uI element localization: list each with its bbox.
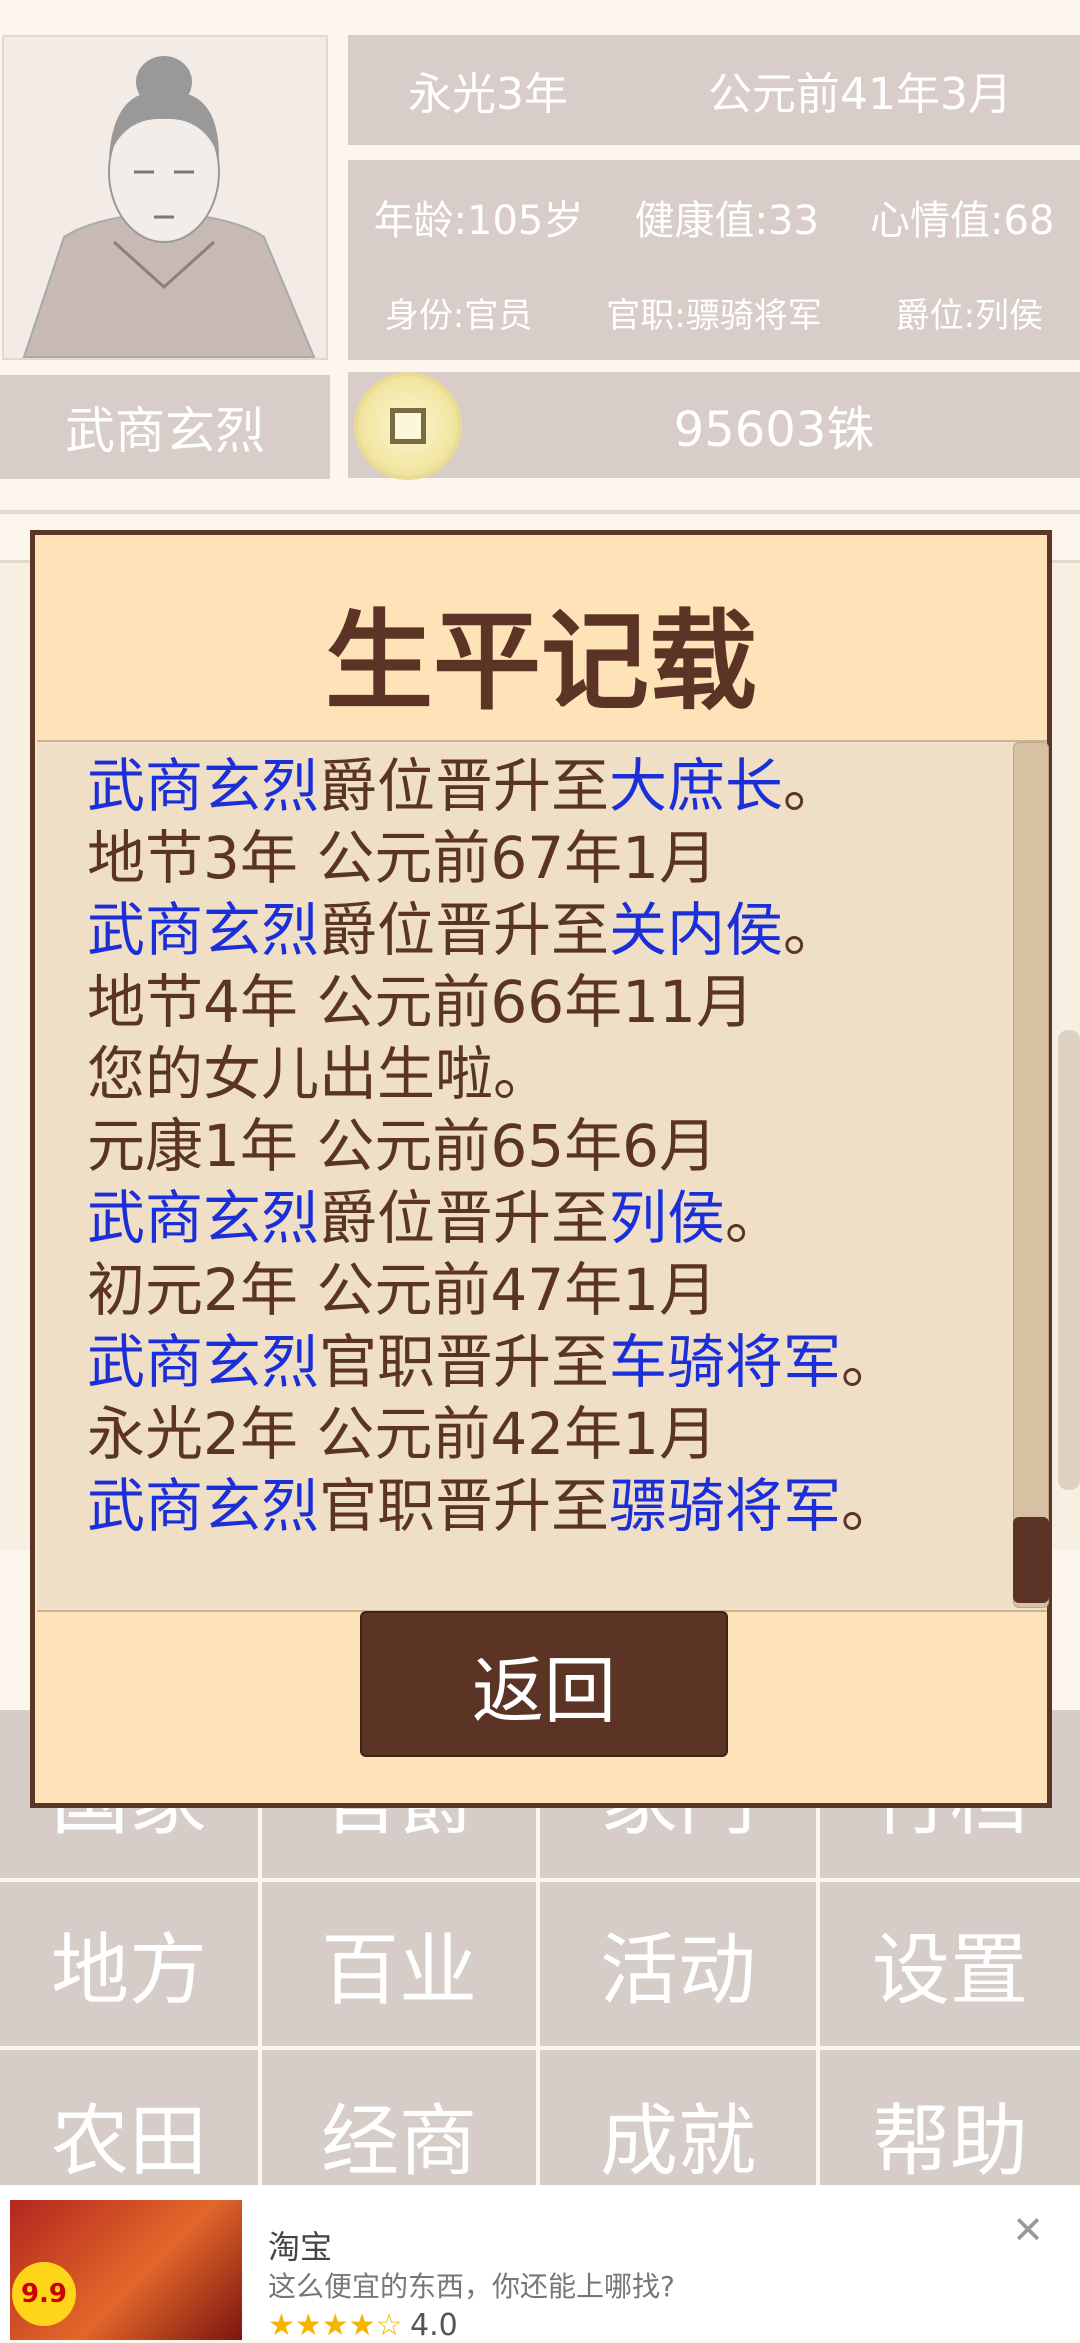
mood-stat: 心情值:68 bbox=[870, 198, 1055, 244]
log-entry: 地节3年 公元前67年1月 bbox=[87, 822, 1027, 894]
log-entry-end: 。 bbox=[783, 752, 842, 820]
log-entry: 永光2年 公元前42年1月 bbox=[87, 1398, 1027, 1470]
log-entry-text: 官职晋升至 bbox=[319, 1328, 610, 1396]
office-stat: 官职:骠骑将军 bbox=[606, 296, 822, 336]
log-entry-text: 永光2年 公元前42年1月 bbox=[87, 1400, 718, 1468]
log-entry: 元康1年 公元前65年6月 bbox=[87, 1110, 1027, 1182]
life-log-list[interactable]: 武商玄烈爵位晋升至大庶长。 地节3年 公元前67年1月 武商玄烈爵位晋升至关内侯。地… bbox=[37, 740, 1047, 1612]
age-stat: 年龄:105岁 bbox=[373, 198, 584, 244]
menu-huodong[interactable]: 活动 bbox=[540, 1882, 816, 2046]
identity-stat: 身份:官员 bbox=[384, 296, 533, 336]
rank-stat: 爵位:列侯 bbox=[895, 296, 1044, 336]
background-scrollbar[interactable] bbox=[1058, 1030, 1080, 1490]
log-entry-name: 武商玄烈 bbox=[87, 1184, 320, 1252]
date-panel: 永光3年 公元前41年3月 bbox=[348, 35, 1080, 145]
log-entry-title: 骠骑将军 bbox=[609, 1472, 842, 1540]
life-record-dialog: 生平记载 武商玄烈爵位晋升至大庶长。 地节3年 公元前67年1月 武商玄烈爵位晋升至… bbox=[30, 530, 1052, 1808]
log-entry-text: 爵位晋升至 bbox=[319, 752, 610, 820]
log-entry-text: 初元2年 公元前47年1月 bbox=[87, 1256, 718, 1324]
log-entry-text: 地节3年 公元前67年1月 bbox=[87, 824, 718, 892]
dialog-title: 生平记载 bbox=[324, 600, 757, 725]
log-entry-end: 。 bbox=[783, 896, 842, 964]
ad-price-badge: 9.9 bbox=[12, 2262, 76, 2326]
log-entry: 地节4年 公元前66年11月 bbox=[87, 966, 1027, 1038]
menu-shezhi[interactable]: 设置 bbox=[820, 1882, 1080, 2046]
log-entry-title: 大庶长 bbox=[609, 752, 784, 820]
log-entry-name: 武商玄烈 bbox=[87, 1328, 320, 1396]
ad-brand: 淘宝 bbox=[268, 2228, 333, 2266]
log-entry-name: 武商玄烈 bbox=[87, 896, 320, 964]
log-entry: 武商玄烈官职晋升至骠骑将军。 bbox=[87, 1470, 1027, 1542]
log-entry: 武商玄烈爵位晋升至关内侯。 bbox=[87, 894, 1027, 966]
log-entry-text: 爵位晋升至 bbox=[319, 896, 610, 964]
log-entry-text: 地节4年 公元前66年11月 bbox=[87, 968, 754, 1036]
log-entry-title: 关内侯 bbox=[609, 896, 784, 964]
coin-hole-icon bbox=[390, 408, 426, 444]
menu-difang[interactable]: 地方 bbox=[0, 1882, 258, 2046]
ad-text: 这么便宜的东西，你还能上哪找? bbox=[268, 2270, 675, 2303]
header-divider bbox=[0, 510, 1080, 514]
log-scroll-thumb[interactable] bbox=[1013, 1517, 1049, 1603]
log-entry-title: 车骑将军 bbox=[609, 1328, 842, 1396]
ad-rating-score: 4.0 bbox=[410, 2308, 458, 2343]
log-entry: 武商玄烈官职晋升至车骑将军。 bbox=[87, 1326, 1027, 1398]
log-scrollbar[interactable] bbox=[1013, 742, 1049, 1608]
log-entry-text: 您的女儿出生啦。 bbox=[87, 1040, 552, 1108]
character-portrait bbox=[2, 35, 328, 360]
log-entry-name: 武商玄烈 bbox=[87, 1472, 320, 1540]
back-button[interactable]: 返回 bbox=[360, 1611, 728, 1757]
log-entry-text: 爵位晋升至 bbox=[319, 1184, 610, 1252]
log-entry-text: 官职晋升至 bbox=[319, 1472, 610, 1540]
close-icon[interactable]: ✕ bbox=[1010, 2208, 1046, 2252]
gregorian-date: 公元前41年3月 bbox=[708, 69, 1012, 120]
life-log-text: 武商玄烈爵位晋升至大庶长。 地节3年 公元前67年1月 武商玄烈爵位晋升至关内侯。地… bbox=[87, 750, 1027, 1542]
log-entry: 初元2年 公元前47年1月 bbox=[87, 1254, 1027, 1326]
portrait-illustration bbox=[22, 56, 316, 358]
log-entry-text: 元康1年 公元前65年6月 bbox=[87, 1112, 718, 1180]
log-entry: 武商玄烈爵位晋升至大庶长。 bbox=[87, 750, 1027, 822]
log-entry-title: 列侯 bbox=[609, 1184, 726, 1252]
ad-rating-stars: ★★★★☆ bbox=[268, 2308, 403, 2343]
log-entry-end: 。 bbox=[725, 1184, 784, 1252]
log-entry-end: 。 bbox=[841, 1328, 900, 1396]
menu-baiye[interactable]: 百业 bbox=[262, 1882, 536, 2046]
log-entry: 您的女儿出生啦。 bbox=[87, 1038, 1027, 1110]
money-amount: 95603铢 bbox=[673, 402, 875, 458]
character-name[interactable]: 武商玄烈 bbox=[0, 375, 330, 479]
stats-panel: 年龄:105岁 健康值:33 心情值:68 身份:官员 官职:骠骑将军 爵位:列… bbox=[348, 160, 1080, 360]
reign-date: 永光3年 bbox=[408, 69, 568, 120]
log-entry-name: 武商玄烈 bbox=[87, 752, 320, 820]
health-stat: 健康值:33 bbox=[634, 198, 819, 244]
log-entry: 武商玄烈爵位晋升至列侯。 bbox=[87, 1182, 1027, 1254]
log-entry-end: 。 bbox=[841, 1472, 900, 1540]
